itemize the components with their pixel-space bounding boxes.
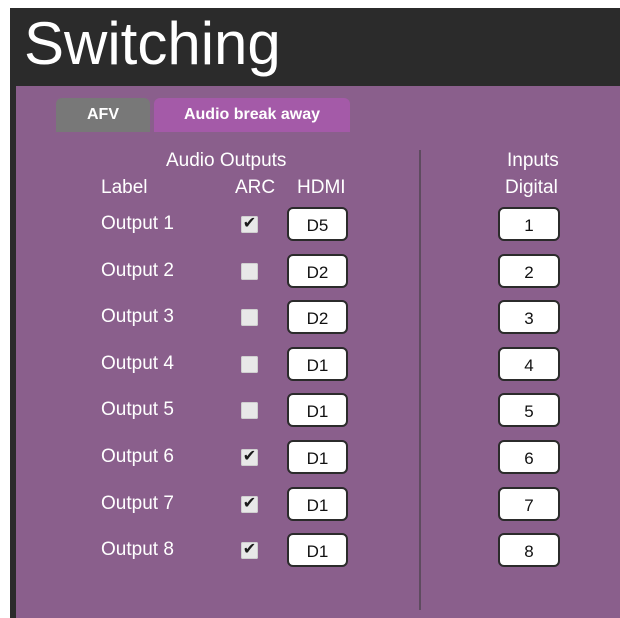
checkmark-icon: ✔ [242, 494, 257, 512]
checkmark-icon: ✔ [242, 541, 257, 559]
checkmark-icon: ✔ [242, 215, 257, 232]
arc-checkbox[interactable] [241, 262, 258, 280]
digital-input-button[interactable]: 3 [498, 300, 560, 335]
arc-checkbox[interactable] [241, 402, 258, 420]
output-label: Output 5 [101, 399, 174, 421]
output-label: Output 1 [101, 213, 174, 234]
digital-input-button[interactable]: 8 [498, 533, 560, 568]
page-title: Switching [24, 10, 281, 77]
checkmark-icon: ✔ [242, 448, 257, 465]
hdmi-source-button[interactable]: D2 [287, 300, 348, 335]
hdmi-source-button[interactable]: D2 [287, 253, 348, 288]
hdmi-source-button[interactable]: D5 [287, 207, 348, 241]
output-label: Output 6 [101, 446, 174, 467]
hdmi-source-button[interactable]: D1 [287, 393, 348, 428]
hdmi-source-button[interactable]: D1 [287, 533, 348, 568]
arc-checkbox[interactable] [241, 309, 258, 327]
hdmi-source-button[interactable]: D1 [287, 486, 348, 521]
arc-checkbox[interactable] [241, 355, 258, 373]
hdmi-column-header: HDMI [297, 177, 346, 198]
digital-input-button[interactable]: 1 [498, 207, 560, 241]
audio-outputs-header: Audio Outputs [166, 150, 287, 171]
output-label: Output 4 [101, 352, 174, 374]
output-label: Output 3 [101, 306, 174, 328]
arc-checkbox[interactable]: ✔ [241, 541, 258, 560]
column-divider [419, 150, 421, 610]
digital-input-button[interactable]: 2 [498, 253, 560, 288]
hdmi-source-button[interactable]: D1 [287, 346, 348, 381]
digital-input-button[interactable]: 4 [498, 346, 560, 381]
arc-column-header: ARC [235, 177, 276, 198]
tab-audio-break-away[interactable]: Audio break away [154, 98, 350, 132]
tab-afv[interactable]: AFV [56, 98, 150, 132]
digital-input-button[interactable]: 7 [498, 486, 560, 521]
digital-column-header: Digital [505, 177, 558, 198]
output-label: Output 7 [101, 492, 174, 514]
arc-checkbox[interactable]: ✔ [241, 215, 258, 233]
output-label: Output 2 [101, 259, 174, 281]
inputs-header: Inputs [507, 150, 559, 171]
digital-input-button[interactable]: 5 [498, 393, 560, 428]
arc-checkbox[interactable]: ✔ [241, 448, 258, 466]
hdmi-source-button[interactable]: D1 [287, 440, 348, 474]
digital-input-button[interactable]: 6 [498, 440, 560, 474]
arc-checkbox[interactable]: ✔ [241, 494, 258, 513]
label-column-header: Label [101, 177, 148, 198]
output-label: Output 8 [101, 539, 174, 561]
